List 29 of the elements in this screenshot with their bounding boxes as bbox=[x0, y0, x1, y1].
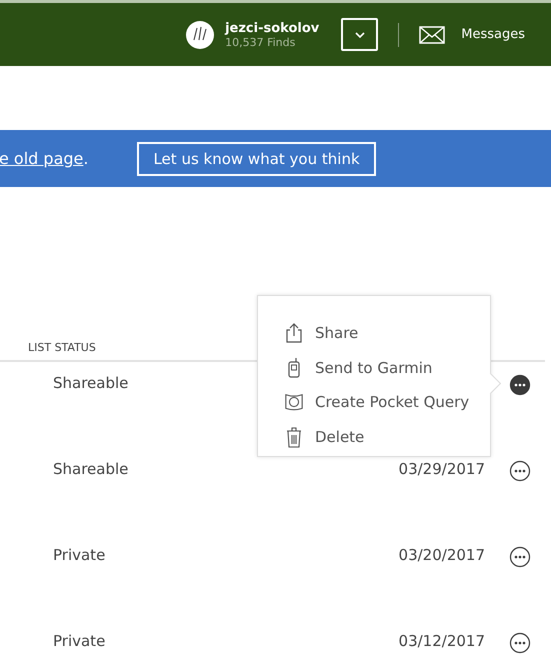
list-status: Shareable bbox=[53, 460, 128, 478]
envelope-icon[interactable] bbox=[419, 26, 446, 44]
menu-item[interactable]: Send to Garmin bbox=[284, 350, 490, 385]
old-page-link[interactable]: e old page bbox=[0, 149, 84, 168]
menu-item[interactable]: Delete bbox=[284, 420, 490, 454]
menu-item[interactable]: Share bbox=[284, 316, 490, 350]
column-header: LIST STATUS bbox=[28, 340, 96, 354]
more-icon[interactable] bbox=[509, 632, 531, 654]
feedback-button[interactable]: Let us know what you think bbox=[137, 142, 376, 176]
more-icon[interactable] bbox=[509, 460, 531, 482]
username[interactable]: jezci-sokolov bbox=[225, 20, 320, 36]
chevron-icon bbox=[354, 30, 366, 38]
date-cell: 03/12/2017 bbox=[398, 632, 485, 650]
share-icon bbox=[284, 322, 304, 344]
avatar-icon[interactable] bbox=[185, 20, 216, 50]
more-icon[interactable] bbox=[509, 546, 531, 568]
query-icon bbox=[284, 391, 304, 414]
more-icon[interactable] bbox=[509, 374, 531, 396]
messages-link[interactable]: Messages bbox=[461, 27, 525, 42]
finds-count: 10,537 Finds bbox=[225, 36, 296, 48]
list-status: Shareable bbox=[53, 374, 128, 392]
date-cell: 03/29/2017 bbox=[398, 460, 485, 478]
period-text: . bbox=[83, 149, 88, 168]
list-status: Private bbox=[53, 546, 106, 564]
date-cell: 03/20/2017 bbox=[398, 546, 485, 564]
dropdown-button[interactable] bbox=[341, 18, 378, 51]
trash-icon bbox=[284, 426, 304, 448]
list-status: Private bbox=[53, 632, 106, 650]
menu-item[interactable]: Create Pocket Query bbox=[284, 385, 490, 420]
